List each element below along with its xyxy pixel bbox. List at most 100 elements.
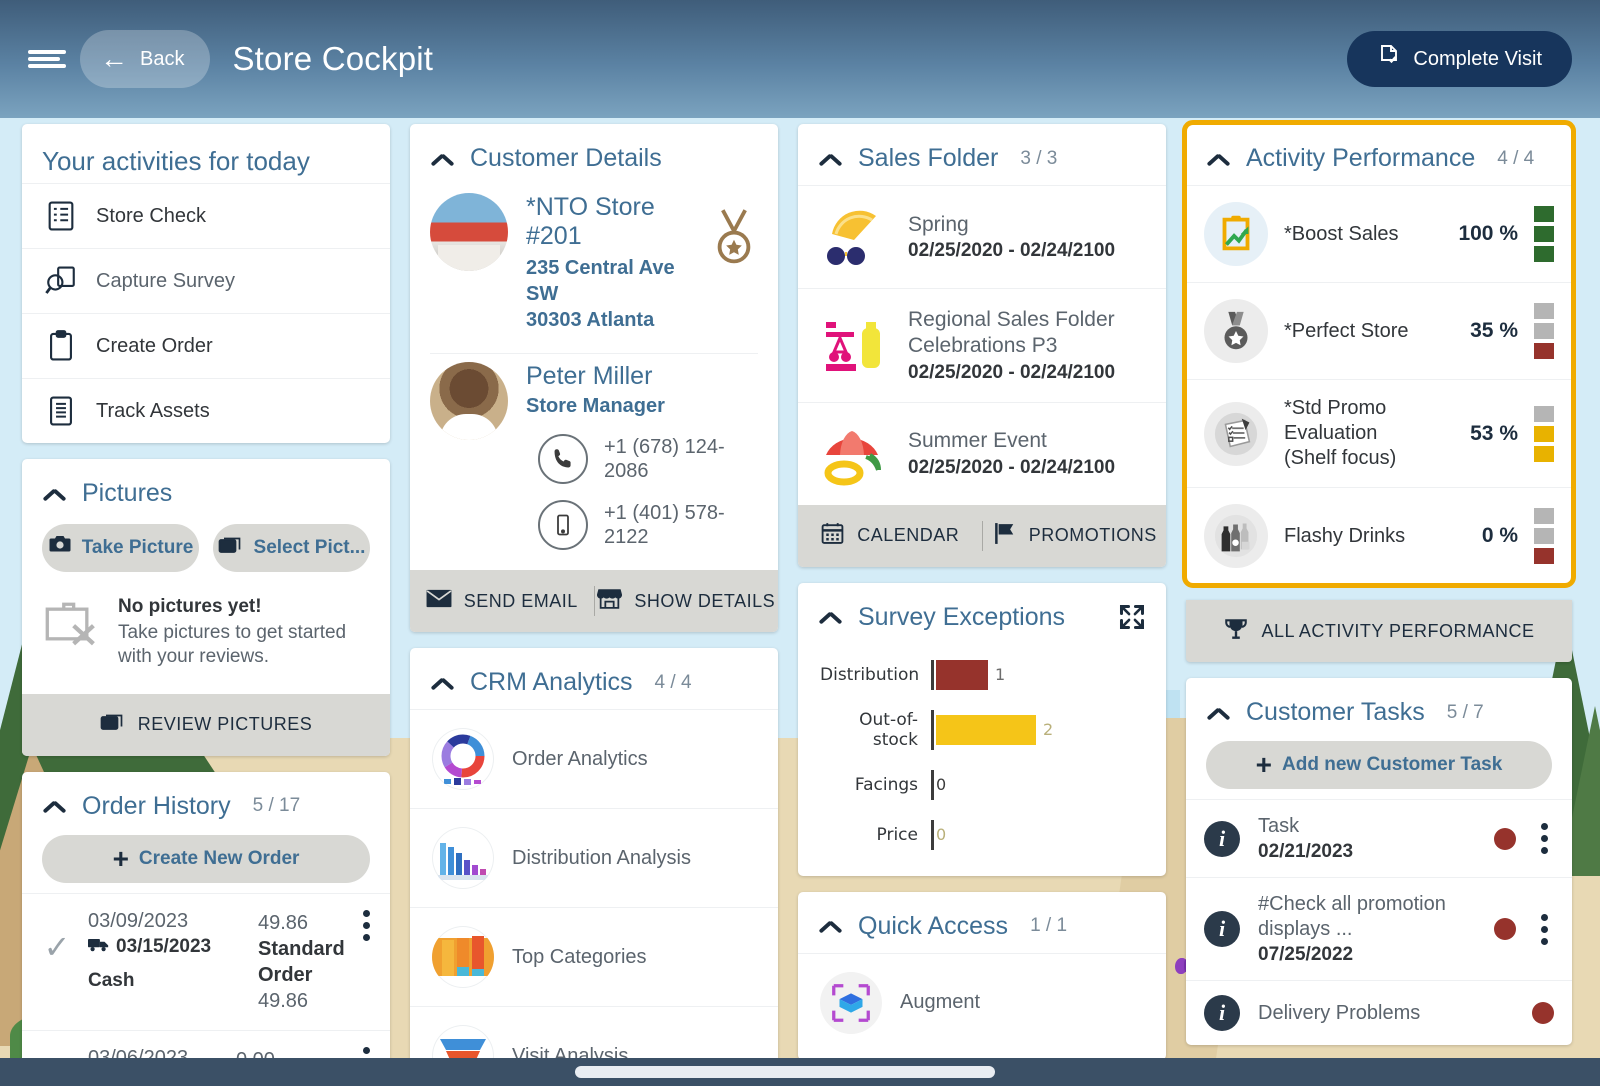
asset-list-icon — [44, 394, 78, 428]
mobile-row[interactable]: +1 (401) 578-2122 — [526, 500, 758, 550]
add-customer-task-button[interactable]: + Add new Customer Task — [1206, 741, 1552, 789]
chevron-up-icon[interactable] — [42, 486, 68, 502]
activity-performance-row[interactable]: Flashy Drinks 0 % — [1186, 487, 1572, 584]
sales-folder-dates: 02/25/2020 - 02/24/2100 — [908, 240, 1116, 262]
info-icon[interactable]: i — [1204, 911, 1240, 947]
crm-label: Distribution Analysis — [512, 846, 691, 869]
phone-row[interactable]: +1 (678) 124-2086 — [526, 434, 758, 484]
chevron-up-icon[interactable] — [42, 798, 68, 814]
card-survey-exceptions: Survey Exceptions Distribution 1 Out-of-… — [798, 582, 1166, 876]
task-menu-button[interactable] — [1534, 823, 1554, 854]
customer-task-row[interactable]: i Delivery Problems — [1186, 980, 1572, 1045]
activity-name: *Perfect Store — [1284, 319, 1409, 342]
quick-access-count: 1 / 1 — [1030, 915, 1068, 936]
task-menu-button[interactable] — [1534, 913, 1554, 945]
scrollbar-thumb[interactable] — [575, 1066, 995, 1078]
horizontal-scrollbar[interactable] — [0, 1058, 1600, 1086]
lemon-sunglasses-icon — [820, 204, 886, 270]
customer-details-footer: SEND EMAIL SHOW DETAILS — [410, 570, 778, 632]
promotions-button[interactable]: PROMOTIONS — [983, 505, 1167, 567]
sales-folder-name: Regional Sales Folder Celebrations P3 — [908, 308, 1115, 358]
fullscreen-icon[interactable] — [1118, 603, 1146, 631]
activity-label: Track Assets — [96, 399, 210, 422]
create-new-order-button[interactable]: + Create New Order — [42, 834, 370, 883]
task-info: Delivery Problems — [1258, 1001, 1514, 1026]
sales-folder-title: Sales Folder — [858, 144, 999, 172]
info-icon[interactable]: i — [1204, 995, 1240, 1031]
survey-exceptions-chart: Distribution 1 Out-of-stock 2 Facings 0 … — [798, 644, 1166, 876]
send-email-button[interactable]: SEND EMAIL — [410, 570, 594, 632]
sales-folder-row[interactable]: Spring 02/25/2020 - 02/24/2100 — [798, 185, 1166, 288]
complete-visit-button[interactable]: Complete Visit — [1347, 31, 1572, 87]
sales-folder-row[interactable]: Regional Sales Folder Celebrations P3 02… — [798, 288, 1166, 402]
crm-label: Order Analytics — [512, 747, 648, 770]
show-details-button[interactable]: SHOW DETAILS — [595, 570, 779, 632]
column-1: Your activities for today Store Check Ca… — [22, 124, 390, 1086]
activity-performance-row[interactable]: *Std Promo Evaluation (Shelf focus) 53 % — [1186, 379, 1572, 487]
order-history-count: 5 / 17 — [252, 795, 301, 817]
activity-row-track-assets[interactable]: Track Assets — [22, 378, 390, 443]
order-history-row[interactable]: ✓ 03/09/2023 03/15/2023 Cash 49.86 Stand… — [22, 892, 390, 1030]
crm-row-distribution-analysis[interactable]: Distribution Analysis — [410, 808, 778, 907]
sales-folder-name: Summer Event — [908, 429, 1047, 453]
take-picture-label: Take Picture — [81, 537, 194, 558]
avatar — [430, 362, 508, 440]
review-pictures-button[interactable]: REVIEW PICTURES — [22, 694, 390, 756]
chevron-up-icon[interactable] — [430, 675, 456, 691]
sales-folder-row[interactable]: Summer Event 02/25/2020 - 02/24/2100 — [798, 401, 1166, 505]
info-icon[interactable]: i — [1204, 820, 1240, 857]
calendar-button[interactable]: CALENDAR — [798, 505, 982, 567]
back-button[interactable]: ← Back — [80, 30, 211, 88]
crm-analytics-title: CRM Analytics — [470, 668, 633, 696]
activity-label: Store Check — [96, 204, 207, 227]
order-history-header: Order History 5 / 17 — [22, 772, 390, 833]
task-title: #Check all promotion displays ... — [1258, 893, 1446, 940]
promotions-label: PROMOTIONS — [1028, 525, 1157, 545]
take-picture-button[interactable]: Take Picture — [42, 524, 199, 572]
customer-task-row[interactable]: i Task 02/21/2023 — [1186, 799, 1572, 877]
activity-name: Flashy Drinks — [1284, 524, 1406, 547]
activity-performance-header: Activity Performance 4 / 4 — [1186, 124, 1572, 185]
quick-access-header: Quick Access 1 / 1 — [798, 892, 1166, 953]
hamburger-icon[interactable] — [28, 46, 68, 72]
app-header: ← Back Store Cockpit Complete Visit — [0, 0, 1600, 118]
medal-icon — [710, 207, 758, 264]
task-info: #Check all promotion displays ... 07/25/… — [1258, 892, 1476, 966]
status-badge — [1494, 827, 1516, 850]
chevron-up-icon[interactable] — [818, 151, 844, 167]
chevron-up-icon[interactable] — [818, 918, 844, 934]
store-name: *NTO Store #201 — [526, 193, 655, 250]
customer-contact-row[interactable]: Peter Miller Store Manager +1 (678) 124-… — [410, 354, 778, 570]
crm-row-order-analytics[interactable]: Order Analytics — [410, 709, 778, 808]
checklist-icon — [44, 199, 78, 233]
sales-folder-header: Sales Folder 3 / 3 — [798, 124, 1166, 185]
chevron-up-icon[interactable] — [430, 151, 456, 167]
customer-store-row[interactable]: *NTO Store #201 235 Central Ave SW 30303… — [410, 185, 778, 353]
activity-performance-title: Activity Performance — [1246, 144, 1476, 172]
order-delivery-date: 03/15/2023 — [116, 935, 212, 957]
chart-category-label: Price — [876, 824, 918, 845]
quick-access-label: Augment — [900, 991, 981, 1013]
order-menu-button[interactable] — [356, 909, 376, 941]
chart-axis — [930, 819, 934, 850]
activity-row-store-check[interactable]: Store Check — [22, 183, 390, 248]
chevron-up-icon[interactable] — [1206, 151, 1232, 167]
activity-row-create-order[interactable]: Create Order — [22, 313, 390, 378]
chevron-up-icon[interactable] — [1206, 705, 1232, 721]
donut-chart-icon — [432, 728, 494, 790]
quick-access-row-augment[interactable]: Augment — [798, 952, 1166, 1060]
chevron-up-icon[interactable] — [818, 609, 844, 625]
customer-task-row[interactable]: i #Check all promotion displays ... 07/2… — [1186, 877, 1572, 980]
status-badge — [1494, 918, 1516, 940]
activities-title: Your activities for today — [42, 146, 310, 176]
pictures-footer: REVIEW PICTURES — [22, 693, 390, 756]
select-picture-button[interactable]: Select Pict... — [213, 524, 370, 572]
all-activity-performance-button[interactable]: ALL ACTIVITY PERFORMANCE — [1186, 600, 1572, 662]
crm-row-top-categories[interactable]: Top Categories — [410, 907, 778, 1006]
activity-row-capture-survey[interactable]: Capture Survey — [22, 248, 390, 313]
activity-label: Create Order — [96, 334, 213, 357]
activity-performance-row[interactable]: *Boost Sales 100 % — [1186, 185, 1572, 282]
activity-label: Capture Survey — [96, 269, 235, 292]
activity-performance-row[interactable]: *Perfect Store 35 % — [1186, 282, 1572, 379]
bottles-icon — [1204, 504, 1268, 568]
